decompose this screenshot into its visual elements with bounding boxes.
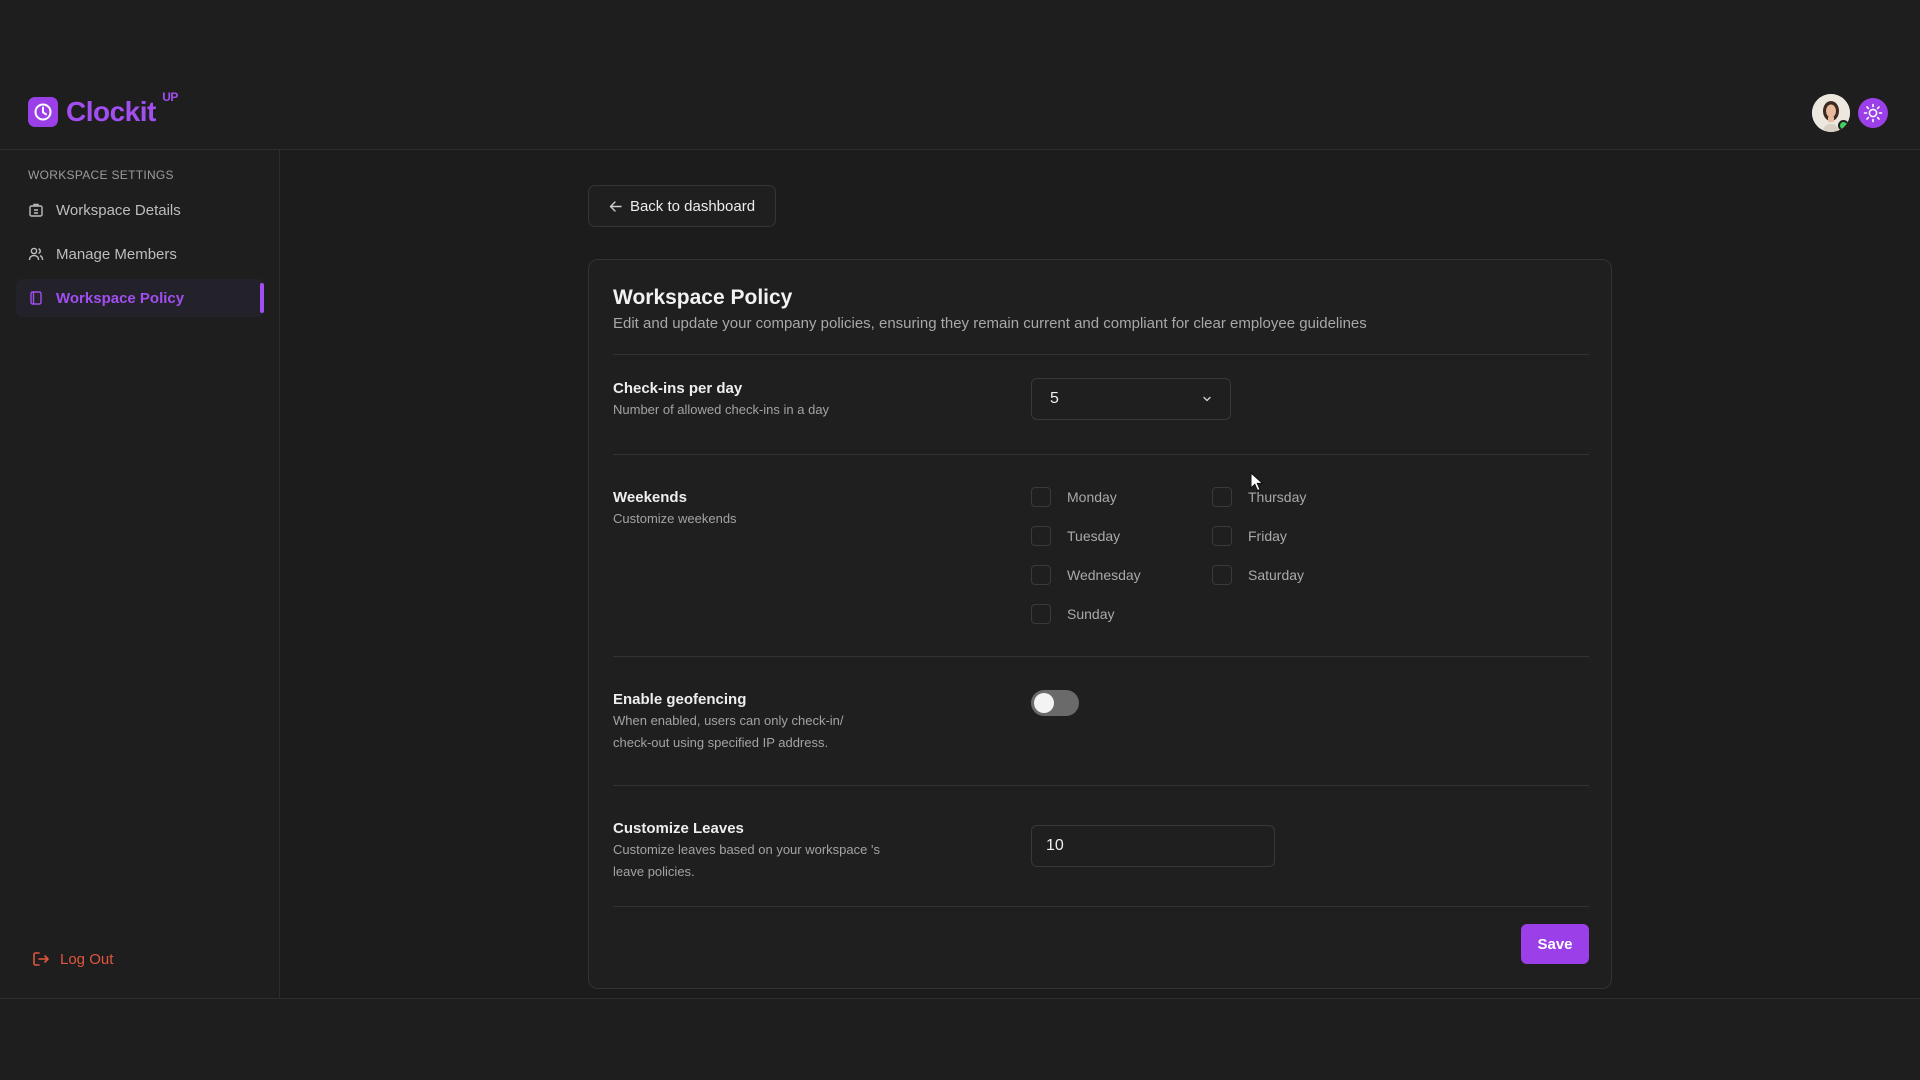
building-icon bbox=[29, 203, 43, 217]
saturday-checkbox[interactable] bbox=[1212, 565, 1232, 585]
sunday-checkbox[interactable] bbox=[1031, 604, 1051, 624]
weekend-option-tuesday[interactable]: Tuesday bbox=[1031, 526, 1120, 546]
sidebar: WORKSPACE SETTINGS Workspace Details Man… bbox=[0, 150, 280, 998]
day-label: Friday bbox=[1248, 528, 1287, 544]
logout-icon bbox=[33, 952, 49, 966]
document-icon bbox=[30, 291, 42, 305]
checkins-description: Number of allowed check-ins in a day bbox=[613, 402, 830, 417]
friday-checkbox[interactable] bbox=[1212, 526, 1232, 546]
bottom-bar bbox=[0, 998, 1920, 1080]
users-icon bbox=[28, 247, 44, 261]
page-subtitle: Edit and update your company policies, e… bbox=[613, 315, 1367, 332]
sun-icon bbox=[1863, 103, 1883, 123]
logout-button[interactable]: Log Out bbox=[32, 950, 113, 968]
geofencing-description: When enabled, users can only check-in/ c… bbox=[613, 710, 913, 754]
weekends-label: Weekends bbox=[613, 489, 687, 506]
weekend-option-saturday[interactable]: Saturday bbox=[1212, 565, 1304, 585]
save-button[interactable]: Save bbox=[1521, 924, 1589, 964]
leaves-description-line: Customize leaves based on your workspace… bbox=[613, 842, 880, 857]
leaves-description: Customize leaves based on your workspace… bbox=[613, 839, 913, 883]
arrow-left-icon bbox=[609, 200, 622, 212]
divider bbox=[613, 656, 1589, 657]
checkins-selected-value: 5 bbox=[1050, 390, 1059, 407]
weekend-option-monday[interactable]: Monday bbox=[1031, 487, 1117, 507]
leaves-label: Customize Leaves bbox=[613, 820, 744, 837]
leaves-input[interactable] bbox=[1031, 825, 1275, 867]
toggle-knob bbox=[1034, 693, 1054, 713]
mouse-cursor-icon bbox=[1250, 471, 1264, 497]
sidebar-heading: WORKSPACE SETTINGS bbox=[28, 168, 174, 182]
tuesday-checkbox[interactable] bbox=[1031, 526, 1051, 546]
user-avatar[interactable] bbox=[1812, 94, 1850, 132]
back-button-label: Back to dashboard bbox=[629, 197, 756, 215]
theme-toggle-button[interactable] bbox=[1858, 98, 1888, 128]
geofencing-description-line: check-out using specified IP address. bbox=[613, 735, 829, 750]
online-status-dot bbox=[1838, 120, 1849, 131]
geofencing-description-line: When enabled, users can only check-in/ bbox=[613, 713, 844, 728]
back-to-dashboard-button[interactable]: Back to dashboard bbox=[588, 185, 776, 227]
sidebar-item-manage-members[interactable]: Manage Members bbox=[16, 235, 264, 273]
day-label: Tuesday bbox=[1067, 528, 1121, 544]
thursday-checkbox[interactable] bbox=[1212, 487, 1232, 507]
day-label: Wednesday bbox=[1067, 567, 1141, 583]
weekend-option-wednesday[interactable]: Wednesday bbox=[1031, 565, 1141, 585]
day-label: Saturday bbox=[1248, 567, 1305, 583]
checkins-select[interactable]: 5 bbox=[1031, 378, 1231, 420]
divider bbox=[613, 354, 1589, 355]
chevron-down-icon bbox=[1203, 396, 1211, 402]
divider bbox=[613, 454, 1589, 455]
page-title: Workspace Policy bbox=[613, 286, 793, 309]
workspace-policy-card: Workspace Policy Edit and update your co… bbox=[588, 259, 1612, 989]
monday-checkbox[interactable] bbox=[1031, 487, 1051, 507]
leaves-description-line: leave policies. bbox=[613, 864, 695, 879]
geofencing-toggle[interactable] bbox=[1031, 690, 1079, 716]
weekend-option-sunday[interactable]: Sunday bbox=[1031, 604, 1114, 624]
sidebar-item-workspace-policy[interactable]: Workspace Policy bbox=[16, 279, 264, 317]
sidebar-item-label: Workspace Details bbox=[56, 201, 181, 219]
logo-superscript: UP bbox=[162, 90, 178, 104]
top-bar: Clockit UP bbox=[0, 0, 1920, 150]
wednesday-checkbox[interactable] bbox=[1031, 565, 1051, 585]
logo-text: Clockit UP bbox=[66, 90, 178, 127]
day-label: Monday bbox=[1067, 489, 1117, 505]
sidebar-item-label: Workspace Policy bbox=[56, 289, 185, 307]
sidebar-item-workspace-details[interactable]: Workspace Details bbox=[16, 191, 264, 229]
weekend-option-friday[interactable]: Friday bbox=[1212, 526, 1287, 546]
geofencing-label: Enable geofencing bbox=[613, 691, 747, 708]
sidebar-item-label: Manage Members bbox=[56, 245, 177, 263]
app-logo[interactable]: Clockit UP bbox=[28, 90, 178, 128]
divider bbox=[613, 785, 1589, 786]
weekends-description: Customize weekends bbox=[613, 511, 737, 526]
divider bbox=[613, 906, 1589, 907]
day-label: Sunday bbox=[1067, 606, 1115, 622]
clock-icon bbox=[28, 97, 58, 127]
logout-label: Log Out bbox=[60, 950, 114, 968]
checkins-label: Check-ins per day bbox=[613, 380, 743, 397]
